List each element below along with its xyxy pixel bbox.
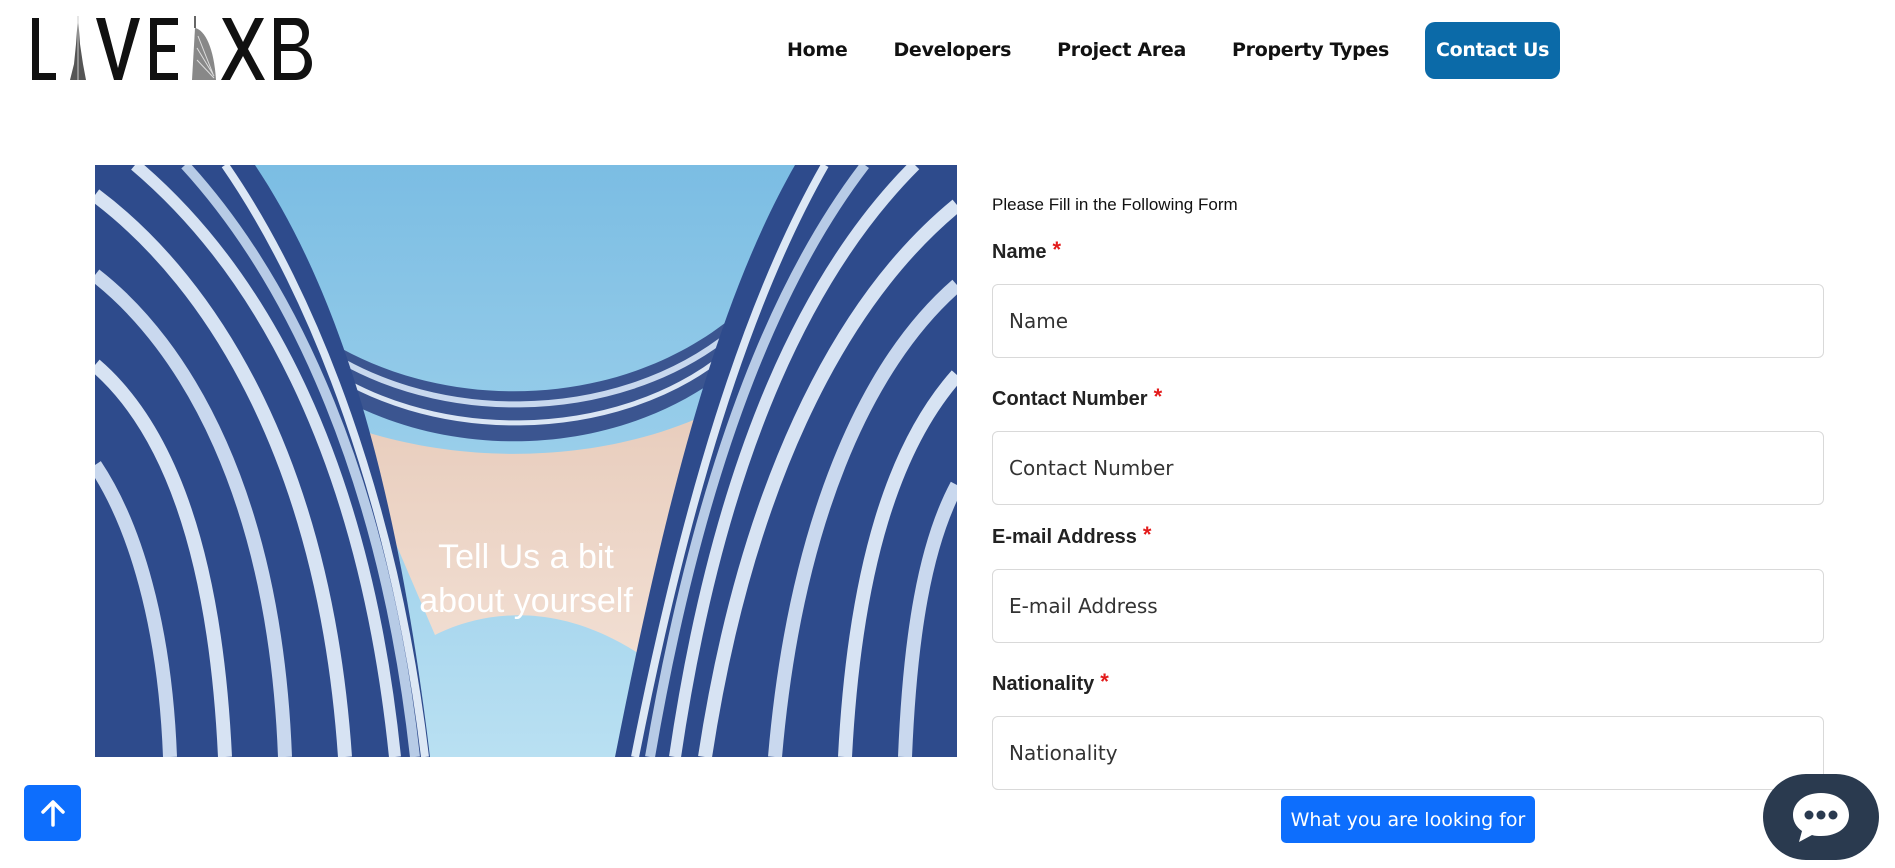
email-input[interactable]	[992, 569, 1824, 643]
name-label-text: Name	[992, 241, 1047, 263]
nav-home[interactable]: Home	[787, 39, 848, 61]
chat-bubble-icon	[1793, 793, 1849, 842]
required-mark: *	[1100, 669, 1109, 694]
nationality-input[interactable]	[992, 716, 1824, 790]
name-label: Name *	[992, 237, 1824, 264]
name-input[interactable]	[992, 284, 1824, 358]
scroll-to-top-button[interactable]	[24, 785, 81, 841]
main-nav: Home Developers Project Area Property Ty…	[787, 21, 1561, 79]
hero-caption: Tell Us a bit about yourself	[95, 535, 957, 623]
architecture-illustration	[95, 165, 957, 757]
email-label-text: E-mail Address	[992, 526, 1137, 548]
nav-contact-us-button[interactable]: Contact Us	[1425, 21, 1561, 79]
hero-caption-line-1: Tell Us a bit	[438, 538, 614, 576]
contact-form: Please Fill in the Following Form Name *…	[992, 195, 1824, 790]
required-mark: *	[1153, 384, 1163, 409]
contact-number-label-text: Contact Number	[992, 388, 1148, 410]
required-mark: *	[1052, 237, 1062, 262]
logo-graphic	[32, 16, 313, 80]
site-logo[interactable]	[30, 14, 380, 86]
looking-for-button[interactable]: What you are looking for	[1281, 796, 1535, 843]
hero-image: Tell Us a bit about yourself	[95, 165, 957, 757]
nationality-label: Nationality *	[992, 669, 1824, 696]
hero-caption-line-2: about yourself	[419, 582, 633, 620]
arrow-up-icon	[40, 800, 65, 827]
contact-number-input[interactable]	[992, 431, 1824, 505]
nav-developers[interactable]: Developers	[893, 39, 1011, 61]
site-header: Home Developers Project Area Property Ty…	[0, 0, 1895, 100]
nav-project-area[interactable]: Project Area	[1057, 39, 1186, 61]
email-label: E-mail Address *	[992, 522, 1824, 549]
chat-button[interactable]	[1763, 774, 1879, 860]
nationality-label-text: Nationality	[992, 673, 1095, 695]
nav-property-types[interactable]: Property Types	[1232, 39, 1389, 61]
contact-number-label: Contact Number *	[992, 384, 1824, 411]
required-mark: *	[1142, 522, 1152, 547]
form-intro: Please Fill in the Following Form	[992, 195, 1238, 214]
